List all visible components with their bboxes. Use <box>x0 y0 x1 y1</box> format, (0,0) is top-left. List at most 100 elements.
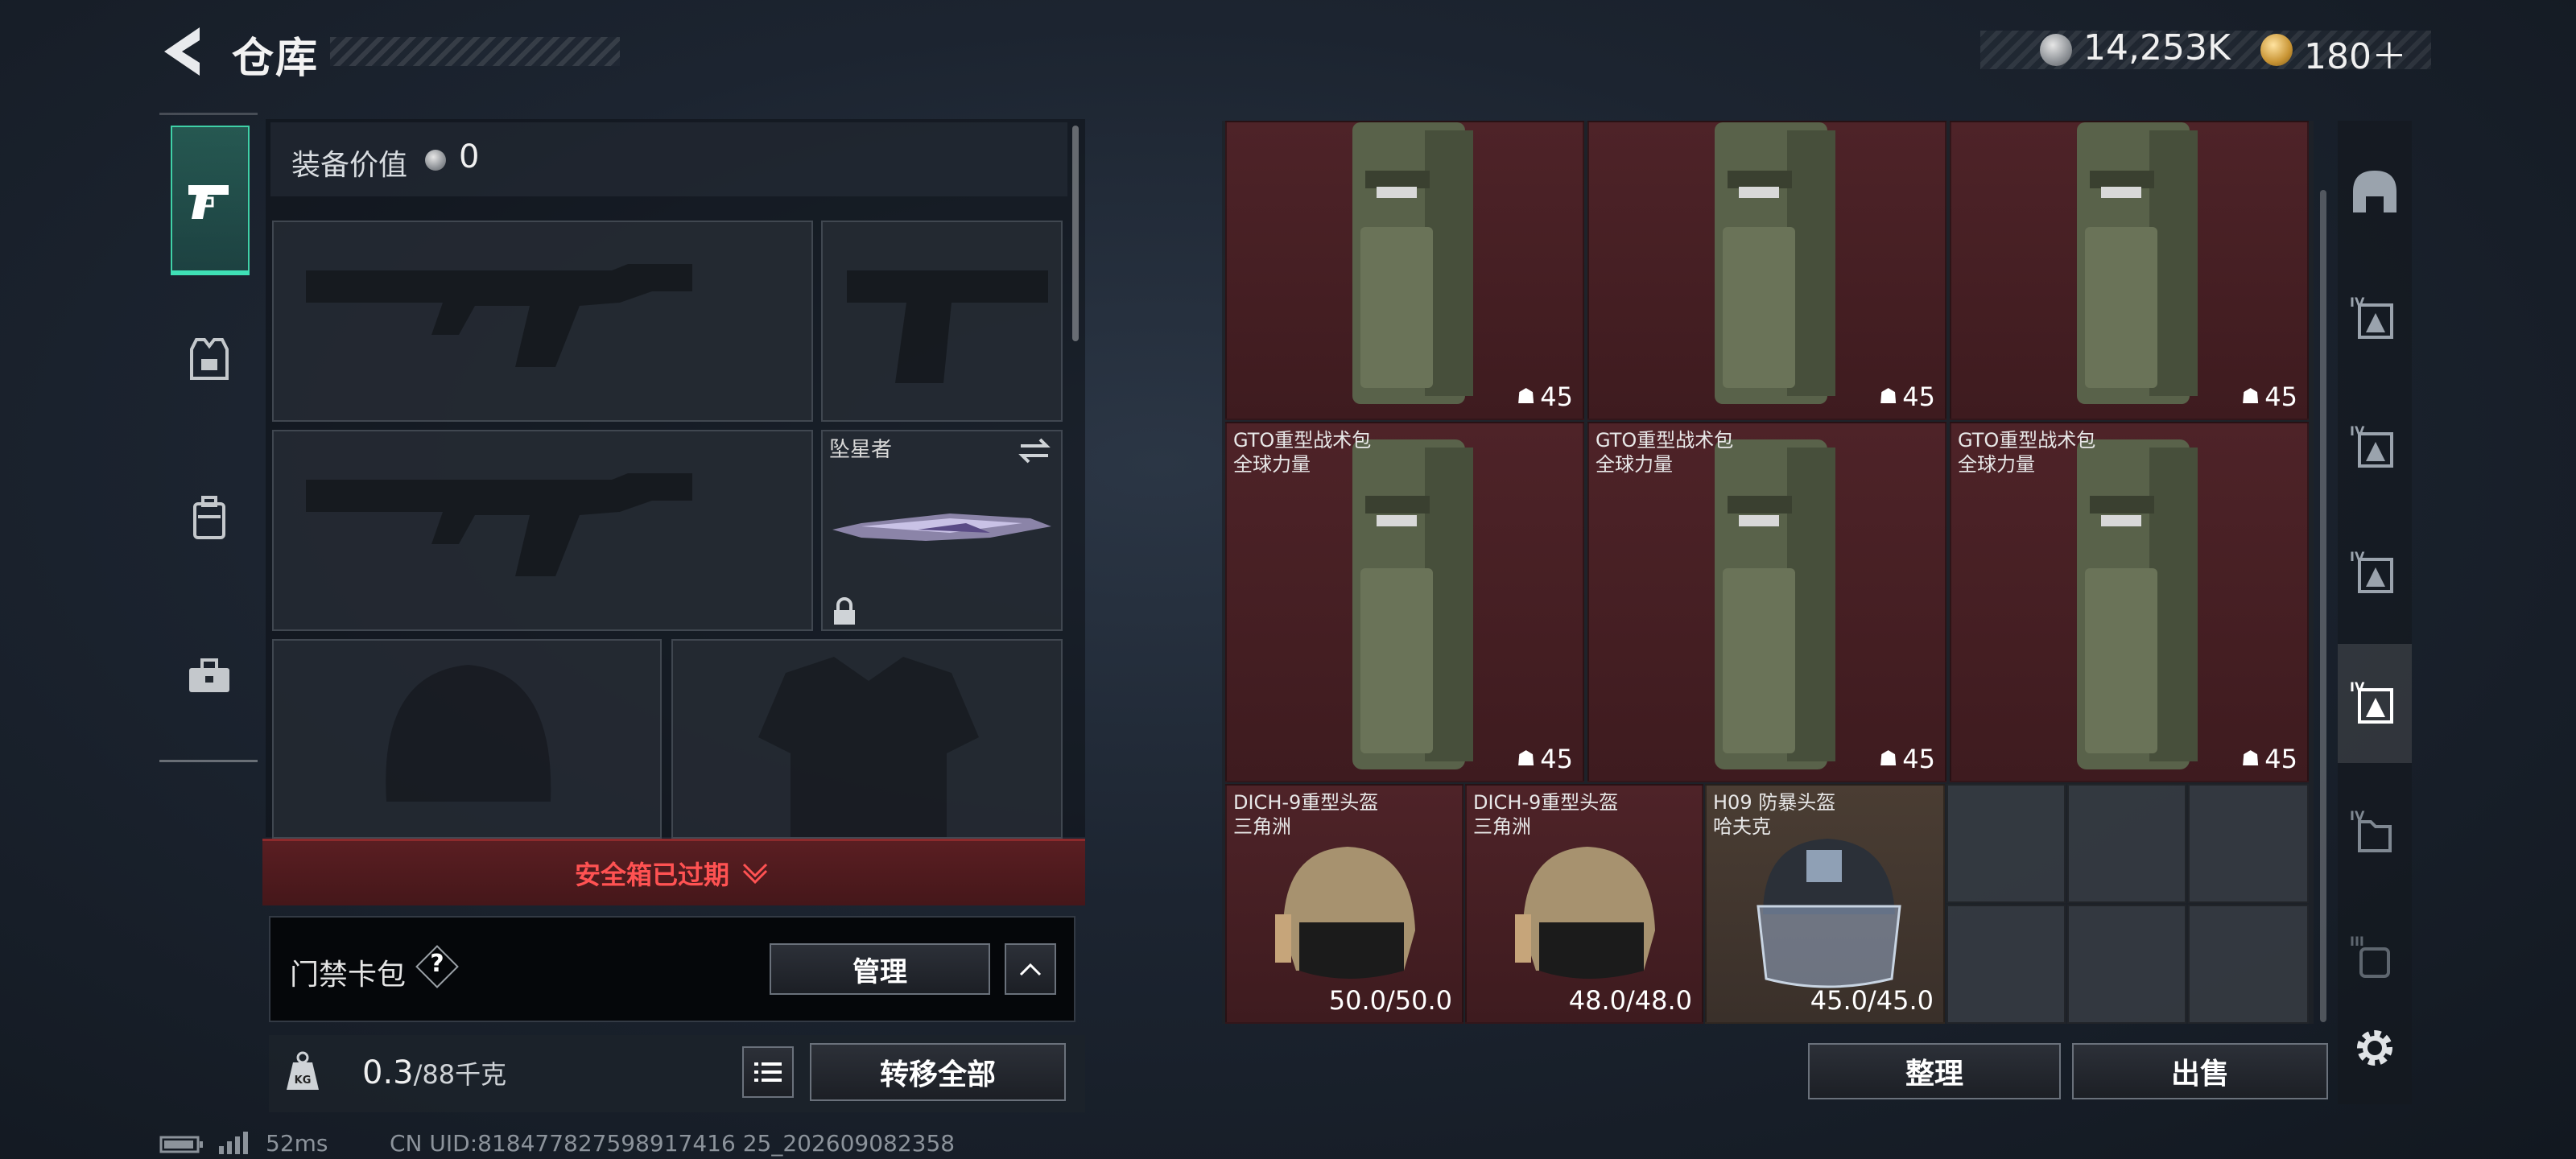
melee-name: 坠星者 <box>829 438 893 462</box>
capacity-icon: ☗ <box>1878 385 1898 409</box>
item-name: DICH-9重型头盔 三角洲 <box>1233 791 1379 838</box>
storage-grid: ☗ 45 ☗ 45 ☗ 45 GTO重型战术包 全球力量 ☗ 45 GTO重型战… <box>1222 121 2314 1024</box>
ping-value: 52ms <box>266 1130 328 1157</box>
empty-slot[interactable] <box>2188 905 2309 1024</box>
page-title: 仓库 <box>232 35 320 83</box>
signal-icon <box>219 1132 248 1154</box>
nav-divider-bottom <box>159 760 258 762</box>
armor-slot[interactable] <box>671 639 1063 839</box>
backpack-icon <box>193 496 225 539</box>
nav-item-tools[interactable] <box>171 637 248 715</box>
gold-currency-value[interactable]: 180＋ <box>2304 27 2407 79</box>
item-name: GTO重型战术包 全球力量 <box>1958 429 2096 476</box>
battery-icon <box>159 1136 203 1153</box>
svg-text:IV: IV <box>2350 679 2365 695</box>
settings-button[interactable] <box>2343 1011 2407 1085</box>
melee-blade-icon <box>832 514 1051 541</box>
svg-text:III: III <box>2350 934 2364 949</box>
tier-iv-helmet-icon: IV <box>2350 295 2393 339</box>
helmet-item[interactable]: H09 防暴头盔 哈夫克 45.0/45.0 <box>1705 784 1945 1024</box>
toolbox-icon <box>189 658 229 692</box>
filter-tier-iv[interactable]: IV <box>2343 536 2407 610</box>
backpack-item[interactable]: ☗ 45 <box>1225 121 1584 420</box>
filter-tier-iv[interactable]: IV <box>2343 410 2407 485</box>
item-capacity: ☗ 45 <box>1517 382 1573 412</box>
capacity-icon: ☗ <box>2240 385 2260 409</box>
keycard-pack-label: 门禁卡包 <box>290 959 407 992</box>
backpack-item[interactable]: GTO重型战术包 全球力量 ☗ 45 <box>1950 422 2309 782</box>
combat-helmet-icon <box>1515 847 1655 979</box>
list-icon <box>754 1062 782 1082</box>
sort-button[interactable]: 整理 <box>1808 1043 2061 1099</box>
svg-text:IV: IV <box>2350 423 2365 439</box>
helmet-item[interactable]: DICH-9重型头盔 三角洲 48.0/48.0 <box>1465 784 1703 1024</box>
tier-iii-backpack-icon: III <box>2350 934 2390 978</box>
weight-current: 0.3 <box>362 1054 414 1091</box>
empty-slot[interactable] <box>2067 905 2186 1024</box>
empty-slot[interactable] <box>2067 784 2186 903</box>
item-durability: 50.0/50.0 <box>1328 985 1452 1016</box>
chevron-up-icon <box>1019 963 1042 976</box>
capacity-icon: ☗ <box>1878 747 1898 771</box>
filter-tier-iv-active[interactable]: IV <box>2343 666 2407 740</box>
empty-slot[interactable] <box>1946 784 2066 903</box>
item-name: H09 防暴头盔 哈夫克 <box>1713 791 1836 838</box>
helmet-item[interactable]: DICH-9重型头盔 三角洲 50.0/50.0 <box>1225 784 1463 1024</box>
secondary-weapon-slot[interactable] <box>272 430 813 631</box>
filter-tier-iv[interactable]: IV <box>2343 282 2407 356</box>
combat-helmet-icon <box>1275 847 1415 979</box>
title-decoration <box>330 37 620 66</box>
tier-iv-rig-icon: IV <box>2350 808 2392 852</box>
item-capacity-value: 45 <box>1540 382 1573 412</box>
lock-icon <box>834 597 855 625</box>
gear-icon <box>2357 1030 2392 1066</box>
tactical-backpack-icon <box>1352 439 1473 769</box>
nav-active-indicator <box>171 270 250 275</box>
item-name: GTO重型战术包 全球力量 <box>1233 429 1372 476</box>
nav-item-backpack[interactable] <box>171 480 248 557</box>
nav-item-armor[interactable] <box>171 320 248 398</box>
empty-slot[interactable] <box>1946 905 2066 1024</box>
item-capacity-value: 45 <box>1902 744 1935 774</box>
backpack-item[interactable]: GTO重型战术包 全球力量 ☗ 45 <box>1587 422 1946 782</box>
gold-coin-icon <box>2260 34 2293 66</box>
weight-capacity: /88千克 <box>413 1059 507 1090</box>
helmet-silhouette-icon <box>386 665 551 802</box>
filter-tier-iii-backpack[interactable]: III <box>2343 921 2407 995</box>
tier-iv-helmet-icon: IV <box>2350 679 2393 724</box>
tier-iv-helmet-icon: IV <box>2350 423 2393 468</box>
collapse-button[interactable] <box>1005 943 1056 995</box>
item-capacity: ☗ 45 <box>2241 382 2297 412</box>
silver-coin-icon <box>425 150 446 171</box>
equipment-scrollbar[interactable] <box>1072 126 1079 341</box>
helmet-slot[interactable] <box>272 639 662 839</box>
storage-scrollbar[interactable] <box>2320 190 2326 1022</box>
nav-divider-top <box>159 113 258 115</box>
transfer-all-button[interactable]: 转移全部 <box>810 1043 1066 1101</box>
weight-icon: KG <box>287 1051 319 1090</box>
tactical-backpack-icon <box>1352 122 1473 404</box>
list-view-button[interactable] <box>742 1046 794 1098</box>
item-durability: 45.0/45.0 <box>1810 985 1934 1016</box>
riot-helmet-icon <box>1757 839 1901 988</box>
back-icon[interactable] <box>158 23 206 80</box>
backpack-item[interactable]: ☗ 45 <box>1950 121 2309 420</box>
manage-button[interactable]: 管理 <box>770 943 990 995</box>
sidearm-slot[interactable] <box>821 221 1063 422</box>
equipment-value: 0 <box>459 138 480 175</box>
tactical-backpack-icon <box>1715 122 1835 404</box>
filter-tier-iv-rig[interactable]: IV <box>2343 795 2407 869</box>
backpack-item[interactable]: GTO重型战术包 全球力量 ☗ 45 <box>1225 422 1584 782</box>
safebox-status: 安全箱已过期 <box>575 860 730 890</box>
capacity-icon: ☗ <box>1516 385 1536 409</box>
helmet-icon <box>2353 171 2396 212</box>
tactical-backpack-icon <box>2077 439 2198 769</box>
primary-weapon-slot[interactable] <box>272 221 813 422</box>
empty-slot[interactable] <box>2188 784 2309 903</box>
sell-button[interactable]: 出售 <box>2072 1043 2328 1099</box>
tier-iv-helmet-icon: IV <box>2350 549 2393 593</box>
backpack-item[interactable]: ☗ 45 <box>1587 121 1946 420</box>
filter-all-helmets[interactable] <box>2343 155 2407 229</box>
capacity-icon: ☗ <box>2240 747 2260 771</box>
swap-icon[interactable] <box>1018 436 1051 465</box>
